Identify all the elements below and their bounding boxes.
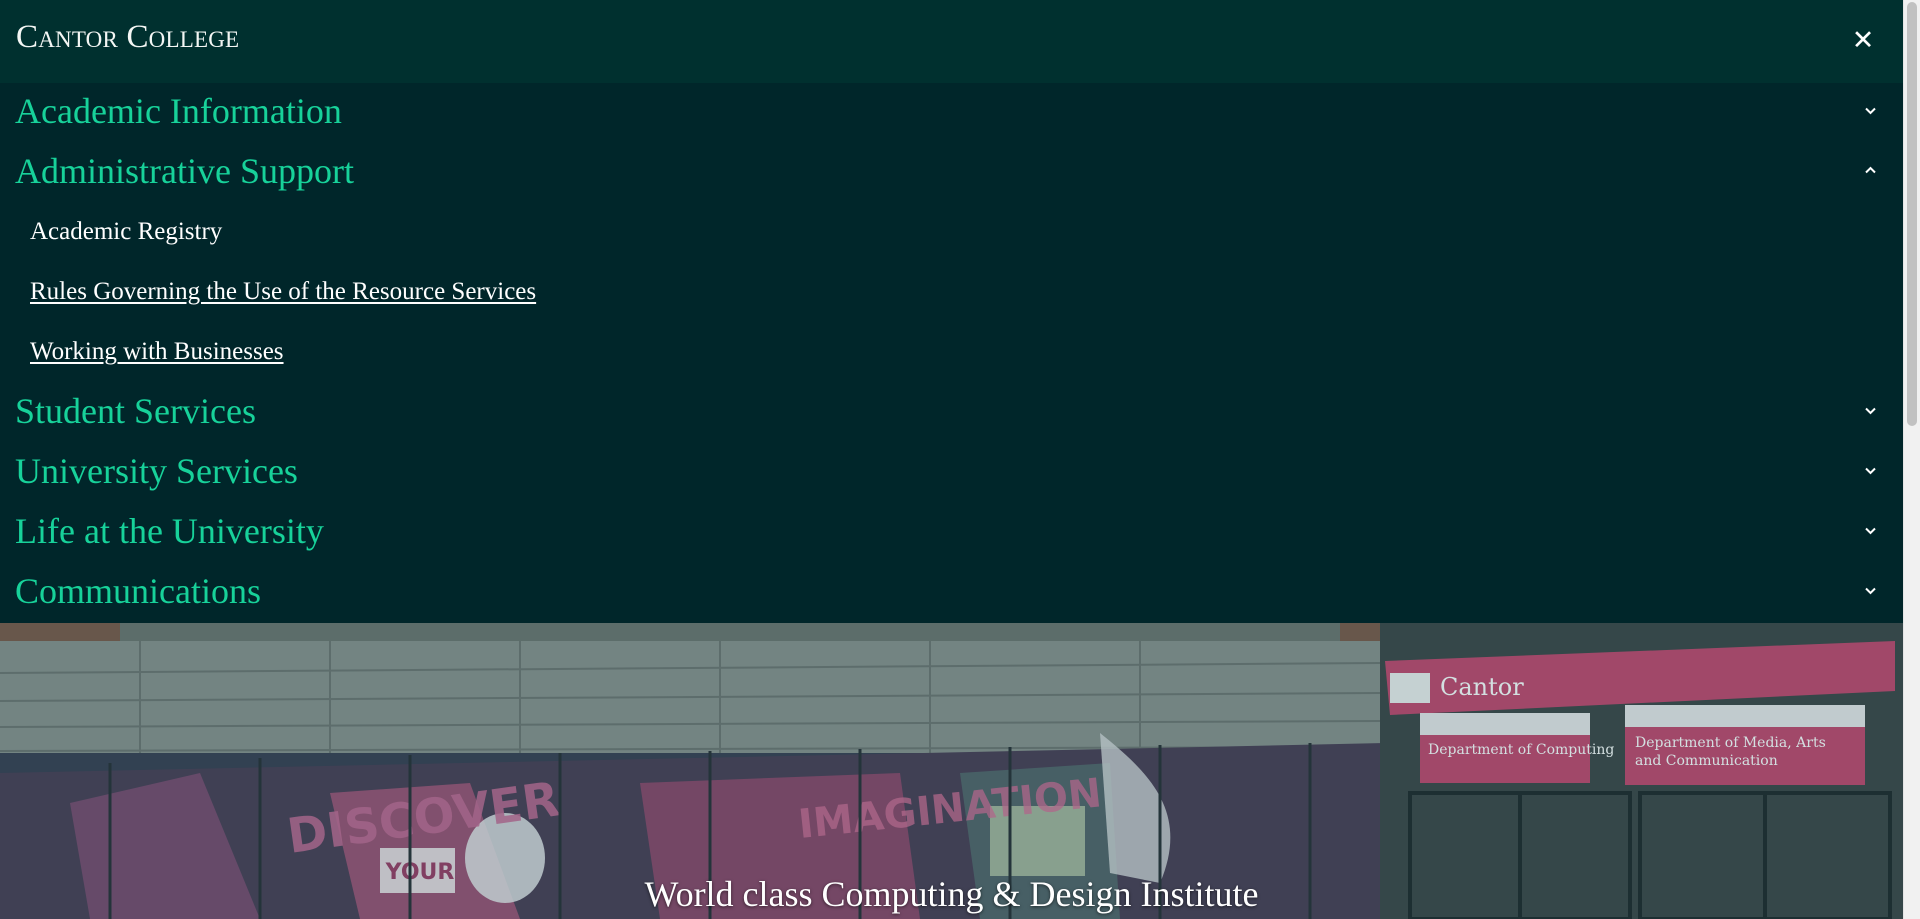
- chevron-down-icon[interactable]: [1865, 465, 1876, 476]
- menu-section-title[interactable]: Student Services: [15, 389, 256, 433]
- menu-section-title[interactable]: Academic Information: [15, 89, 342, 133]
- menu-section-student-services[interactable]: Student Services: [0, 383, 1903, 443]
- submenu-link[interactable]: Rules Governing the Use of the Resource …: [30, 275, 536, 309]
- chevron-down-icon[interactable]: [1865, 405, 1876, 416]
- chevron-up-icon[interactable]: [1865, 165, 1876, 176]
- menu-section-administrative-support[interactable]: Administrative Support: [0, 143, 1903, 203]
- submenu-item-working-with-businesses: Working with Businesses: [0, 323, 1903, 383]
- menu-section-title[interactable]: Administrative Support: [15, 149, 354, 193]
- hero-banner: YOUR DISCOVER IMAGINATION Cantor Departm…: [0, 623, 1903, 919]
- hero-caption: World class Computing & Design Institute: [644, 874, 1259, 914]
- chevron-down-icon[interactable]: [1865, 585, 1876, 596]
- navigation-menu: Academic Information Administrative Supp…: [0, 83, 1903, 623]
- scrollbar-thumb[interactable]: [1907, 2, 1917, 426]
- menu-section-life-at-the-university[interactable]: Life at the University: [0, 503, 1903, 563]
- menu-section-title[interactable]: Life at the University: [15, 509, 324, 553]
- submenu-link[interactable]: Working with Businesses: [30, 335, 284, 369]
- menu-section-university-services[interactable]: University Services: [0, 443, 1903, 503]
- chevron-down-icon[interactable]: [1865, 105, 1876, 116]
- site-brand[interactable]: Cantor College: [16, 19, 239, 56]
- page-viewport: Cantor College ✕ Academic Information Ad…: [0, 0, 1903, 919]
- menu-section-communications[interactable]: Communications: [0, 563, 1903, 623]
- submenu-item-rules-governing: Rules Governing the Use of the Resource …: [0, 263, 1903, 323]
- top-bar: Cantor College ✕: [0, 0, 1903, 83]
- menu-section-title[interactable]: University Services: [15, 449, 298, 493]
- close-icon: ✕: [1851, 25, 1875, 56]
- chevron-down-icon[interactable]: [1865, 525, 1876, 536]
- menu-section-title[interactable]: Communications: [15, 569, 261, 613]
- close-menu-button[interactable]: ✕: [1843, 21, 1883, 61]
- menu-section-academic-information[interactable]: Academic Information: [0, 83, 1903, 143]
- submenu-link[interactable]: Academic Registry: [30, 215, 222, 249]
- submenu-item-academic-registry: Academic Registry: [0, 203, 1903, 263]
- page-scrollbar[interactable]: [1903, 0, 1920, 919]
